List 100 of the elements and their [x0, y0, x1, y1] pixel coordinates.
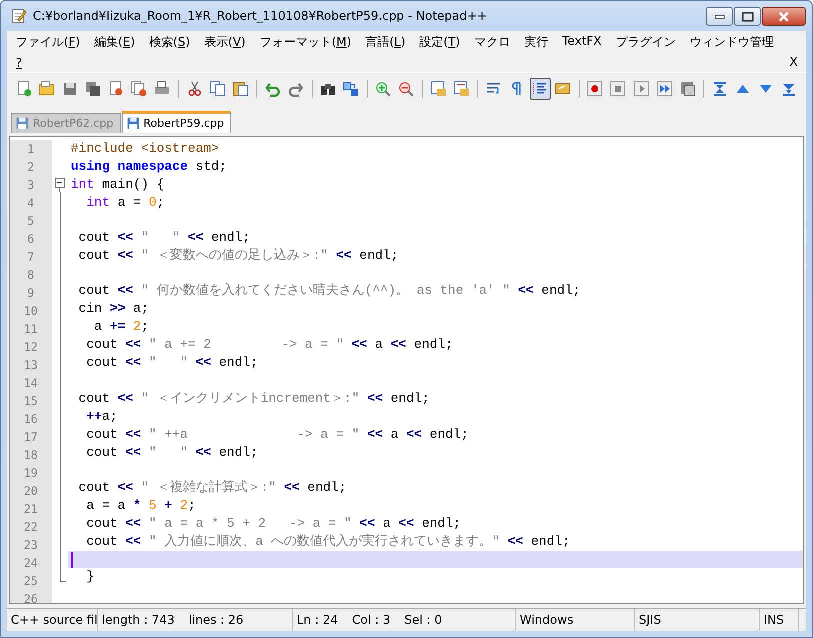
menu-item[interactable]: 言語(L) — [358, 32, 413, 53]
code-line: cout << " a = a * 5 + 2 -> a = " << a << endl; — [86, 514, 462, 533]
line-number: 14 — [24, 376, 38, 390]
code-line: cout << " ++a -> a = " << a << endl; — [86, 426, 470, 444]
zoom-out-icon — [398, 81, 414, 97]
status-text: Windows — [520, 613, 574, 627]
code-line: cout << " ＜インクリメントincrement＞:" << endl; — [78, 390, 431, 408]
line-number: 10 — [24, 304, 38, 318]
menu-item[interactable]: フォーマット(M) — [252, 32, 359, 53]
undo-icon — [264, 81, 281, 97]
code-line: cout << " " << endl; — [86, 354, 260, 372]
line-number: 13 — [24, 358, 38, 372]
code-line: } — [86, 568, 96, 586]
line-number: 11 — [24, 322, 38, 336]
toolbar-button[interactable] — [530, 78, 551, 100]
line-number: 20 — [24, 484, 38, 498]
code-line: using namespace std; — [70, 158, 228, 176]
record-icon — [587, 81, 604, 97]
menu-item[interactable]: ウィンドウ管理 — [682, 32, 781, 53]
menu-item[interactable]: 実行 — [517, 32, 556, 53]
status-text: length : 743 — [102, 613, 175, 627]
status-text: INS — [764, 613, 784, 627]
line-number: 18 — [24, 448, 38, 462]
status-text: lines : 26 — [188, 613, 244, 627]
line-number: 26 — [24, 592, 38, 603]
code-line: cout << " " << endl; — [86, 444, 260, 462]
close-button[interactable] — [762, 7, 806, 26]
line-number: 23 — [24, 538, 38, 552]
menu-item[interactable]: ? — [9, 54, 30, 72]
file-tab[interactable]: RobertP59.cpp — [122, 111, 232, 133]
code-line: ++a; — [86, 408, 119, 426]
user-language-icon — [555, 81, 572, 97]
close-icon — [108, 81, 124, 97]
menu-item[interactable]: 編集(E) — [87, 32, 142, 53]
code-line: cout << " 何か数値を入れてください晴夫さん(^^)。 as the 'a' " << endl; — [78, 282, 582, 300]
menu-item[interactable]: 設定(T) — [412, 32, 468, 53]
status-text: SJIS — [639, 613, 662, 627]
close-all-icon — [131, 81, 148, 97]
unfold-all-icon — [781, 81, 798, 97]
line-number: 5 — [28, 214, 34, 228]
close-icon — [778, 12, 790, 22]
line-number: 19 — [24, 466, 38, 480]
line-number: 3 — [28, 178, 34, 192]
line-number: 1 — [28, 142, 34, 156]
sync-horizontal-icon — [454, 81, 470, 97]
line-number: 24 — [24, 556, 38, 570]
line-number: 7 — [28, 250, 34, 264]
code-line: a = a * 5 + 2; — [86, 496, 197, 515]
line-number: 4 — [28, 196, 34, 210]
copy-icon — [210, 81, 226, 97]
cut-icon — [186, 81, 202, 97]
new-icon — [16, 81, 32, 97]
sync-vertical-icon — [430, 81, 447, 97]
redo-icon — [288, 81, 304, 97]
wrap-icon — [486, 81, 502, 97]
minimize-button[interactable] — [706, 7, 733, 26]
line-number: 8 — [28, 268, 34, 282]
menu-item[interactable]: ファイル(F) — [9, 32, 88, 53]
menu-item[interactable]: TextFX — [555, 32, 609, 53]
line-number: 15 — [24, 394, 38, 408]
find-icon — [320, 81, 336, 97]
line-number: 22 — [24, 520, 38, 534]
menu-item[interactable]: 検索(S) — [142, 32, 198, 53]
maximize-icon — [742, 12, 754, 22]
code-line: cout << " " << endl; — [78, 229, 252, 248]
fold-end-icon — [60, 570, 66, 582]
stop-icon — [610, 81, 626, 97]
code-line: int main() { — [70, 176, 166, 194]
save-macro-icon — [680, 81, 696, 97]
code-line: cout << " a += 2 -> a = " << a << endl; — [86, 336, 454, 354]
save-icon — [62, 81, 78, 97]
line-number: 12 — [24, 340, 38, 354]
fold-all-icon — [712, 81, 728, 97]
menu-item[interactable]: プラグイン — [608, 32, 683, 53]
status-text: C++ source fil — [11, 613, 98, 627]
line-number: 17 — [24, 430, 38, 444]
code-line: a += 2; — [93, 318, 150, 336]
notepad-pencil-icon — [11, 8, 27, 24]
line-number: 6 — [28, 232, 34, 246]
line-number: 2 — [28, 160, 34, 174]
line-number: 9 — [28, 286, 34, 300]
code-line: cout << " ＜複雑な計算式＞:" << endl; — [78, 478, 348, 497]
code-line: int a = 0; — [86, 194, 166, 212]
code-line: #include <iostream> — [70, 140, 220, 158]
maximize-button[interactable] — [734, 7, 761, 26]
line-number: 21 — [24, 502, 38, 516]
status-text: Ln : 24 — [297, 613, 338, 627]
code-line: cout << " 入力値に順次、a への数値代入が実行されていきます。" << endl; — [86, 532, 572, 551]
line-number: 16 — [24, 412, 38, 426]
save-all-icon — [84, 81, 101, 97]
close-document-button[interactable]: X — [784, 54, 804, 72]
text-caret — [71, 552, 73, 568]
status-text: Sel : 0 — [404, 613, 442, 627]
menu-item[interactable]: 表示(V) — [197, 32, 253, 53]
minimize-icon — [714, 14, 724, 18]
print-icon — [154, 81, 170, 97]
menu-item[interactable]: マクロ — [467, 32, 518, 53]
play-multiple-icon — [656, 81, 673, 97]
zoom-in-icon — [375, 81, 392, 97]
window-title: C:¥borland¥Iizuka_Room_1¥R_Robert_110108¥RobertP59.cpp - Notepad++ — [33, 9, 488, 23]
